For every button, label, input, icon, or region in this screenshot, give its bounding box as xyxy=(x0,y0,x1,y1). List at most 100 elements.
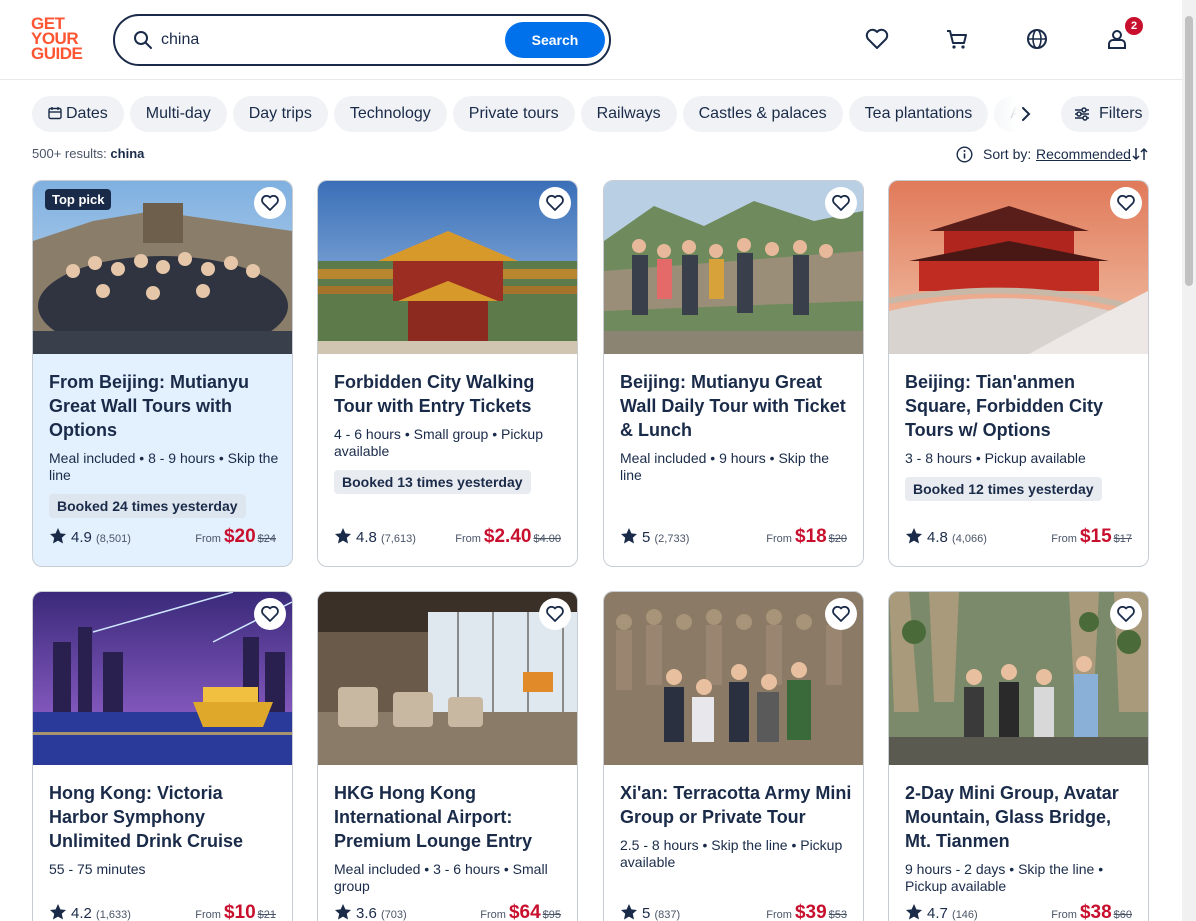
wishlist-button[interactable] xyxy=(825,187,857,219)
chevron-right-icon[interactable] xyxy=(1016,104,1036,124)
activity-photo xyxy=(33,592,292,765)
rating-value: 4.2 xyxy=(71,905,92,921)
star-icon xyxy=(906,528,922,544)
chip-technology[interactable]: Technology xyxy=(333,96,447,132)
logo-line-3: GUIDE xyxy=(31,44,83,63)
price: From $15 $17 xyxy=(1051,526,1132,548)
filters-button[interactable]: Filters xyxy=(1061,96,1149,132)
search-button[interactable]: Search xyxy=(505,22,605,58)
profile-notification-badge: 2 xyxy=(1125,17,1143,35)
sort-arrows-icon[interactable] xyxy=(1131,145,1149,163)
price-from-label: From xyxy=(455,533,481,545)
getyourguide-logo[interactable]: GET YOUR GUIDE xyxy=(31,15,91,64)
chip-castles-palaces[interactable]: Castles & palaces xyxy=(682,96,843,132)
activity-title[interactable]: Beijing: Tian'anmen Square, Forbidden Ci… xyxy=(905,370,1137,442)
activity-title[interactable]: Hong Kong: Victoria Harbor Symphony Unli… xyxy=(49,781,281,853)
results-summary: 500+ results: china xyxy=(32,146,144,161)
activity-title[interactable]: From Beijing: Mutianyu Great Wall Tours … xyxy=(49,370,281,442)
price-from-label: From xyxy=(480,909,506,921)
activity-meta: 9 hours - 2 days • Skip the line • Picku… xyxy=(905,861,1104,894)
wishlist-button[interactable] xyxy=(539,187,571,219)
activity-title[interactable]: Forbidden City Walking Tour with Entry T… xyxy=(334,370,566,418)
price-current: $2.40 xyxy=(483,526,532,547)
price-current: $64 xyxy=(508,902,541,921)
review-count: (4,066) xyxy=(952,533,987,545)
chip-private-tours[interactable]: Private tours xyxy=(452,96,575,132)
wishlist-button[interactable] xyxy=(825,598,857,630)
review-count: (1,633) xyxy=(96,909,131,921)
price: From $38 $60 xyxy=(1051,902,1132,921)
wishlist-button[interactable] xyxy=(1110,598,1142,630)
globe-icon[interactable] xyxy=(1024,26,1050,52)
price-original: $21 xyxy=(257,909,276,921)
info-icon[interactable] xyxy=(956,146,973,163)
heart-icon xyxy=(832,606,850,622)
activity-title[interactable]: HKG Hong Kong International Airport: Pre… xyxy=(334,781,566,853)
activity-meta: 55 - 75 minutes xyxy=(49,861,146,877)
results-query: china xyxy=(110,146,145,161)
sort-label: Sort by: xyxy=(983,146,1032,162)
star-icon xyxy=(335,528,351,544)
chip-dates[interactable]: Dates xyxy=(32,96,124,132)
scrollbar-thumb[interactable] xyxy=(1185,16,1193,286)
chip-multi-day[interactable]: Multi-day xyxy=(129,96,227,132)
price-from-label: From xyxy=(766,909,792,921)
heart-icon[interactable] xyxy=(864,26,890,52)
review-count: (2,733) xyxy=(654,533,690,545)
rating: 4.8 (7,613) xyxy=(334,527,416,546)
rating-value: 4.8 xyxy=(927,529,948,546)
review-count: (703) xyxy=(381,909,407,921)
activity-title[interactable]: 2-Day Mini Group, Avatar Mountain, Glass… xyxy=(905,781,1137,853)
rating-value: 4.7 xyxy=(927,905,948,921)
rating-value: 5 xyxy=(642,529,651,546)
chip-tea-plantations[interactable]: Tea plantations xyxy=(848,96,989,132)
page-scrollbar[interactable] xyxy=(1182,0,1196,921)
activity-title[interactable]: Beijing: Mutianyu Great Wall Daily Tour … xyxy=(620,370,852,442)
activity-card[interactable]: Beijing: Mutianyu Great Wall Daily Tour … xyxy=(603,180,864,567)
filters-icon xyxy=(1075,107,1089,121)
activity-card[interactable]: Beijing: Tian'anmen Square, Forbidden Ci… xyxy=(888,180,1149,567)
activity-card[interactable]: Hong Kong: Victoria Harbor Symphony Unli… xyxy=(32,591,293,921)
rating: 4.2 (1,633) xyxy=(49,903,131,921)
wishlist-button[interactable] xyxy=(1110,187,1142,219)
filters-label: Filters xyxy=(1099,105,1143,122)
price-current: $39 xyxy=(794,902,827,921)
star-icon xyxy=(50,904,66,920)
activity-card[interactable]: Top pick From Beijing: Mutianyu Great Wa… xyxy=(32,180,293,567)
price-from-label: From xyxy=(766,533,792,545)
rating: 4.8 (4,066) xyxy=(905,527,987,546)
heart-icon xyxy=(1117,606,1135,622)
heart-icon xyxy=(261,195,279,211)
search-input[interactable] xyxy=(161,26,501,54)
activity-card[interactable]: Xi'an: Terracotta Army Mini Group or Pri… xyxy=(603,591,864,921)
activity-meta: 2.5 - 8 hours • Skip the line • Pickup a… xyxy=(620,837,843,870)
cart-icon[interactable] xyxy=(944,26,970,52)
price-from-label: From xyxy=(195,909,221,921)
wishlist-button[interactable] xyxy=(254,598,286,630)
activity-card[interactable]: HKG Hong Kong International Airport: Pre… xyxy=(317,591,578,921)
sort-value[interactable]: Recommended xyxy=(1036,146,1131,162)
activity-photo xyxy=(889,592,1148,765)
star-icon xyxy=(906,904,922,920)
activity-photo xyxy=(318,592,577,765)
chip-label: Dates xyxy=(66,105,108,122)
heart-icon xyxy=(546,606,564,622)
calendar-icon xyxy=(48,107,62,120)
star-icon xyxy=(621,528,637,544)
activity-title[interactable]: Xi'an: Terracotta Army Mini Group or Pri… xyxy=(620,781,852,829)
price-original: $95 xyxy=(542,909,561,921)
activity-card[interactable]: 2-Day Mini Group, Avatar Mountain, Glass… xyxy=(888,591,1149,921)
rating: 5 (837) xyxy=(620,903,680,921)
review-count: (7,613) xyxy=(381,533,416,545)
review-count: (8,501) xyxy=(96,533,131,545)
wishlist-button[interactable] xyxy=(254,187,286,219)
price: From $2.40 $4.00 xyxy=(455,526,561,548)
rating: 4.9 (8,501) xyxy=(49,527,131,546)
chip-day-trips[interactable]: Day trips xyxy=(232,96,328,132)
price-original: $17 xyxy=(1113,533,1132,545)
wishlist-button[interactable] xyxy=(539,598,571,630)
activity-meta: 4 - 6 hours • Small group • Pickup avail… xyxy=(334,426,544,459)
activity-card[interactable]: Forbidden City Walking Tour with Entry T… xyxy=(317,180,578,567)
chip-railways[interactable]: Railways xyxy=(580,96,677,132)
top-pick-badge: Top pick xyxy=(45,189,112,210)
